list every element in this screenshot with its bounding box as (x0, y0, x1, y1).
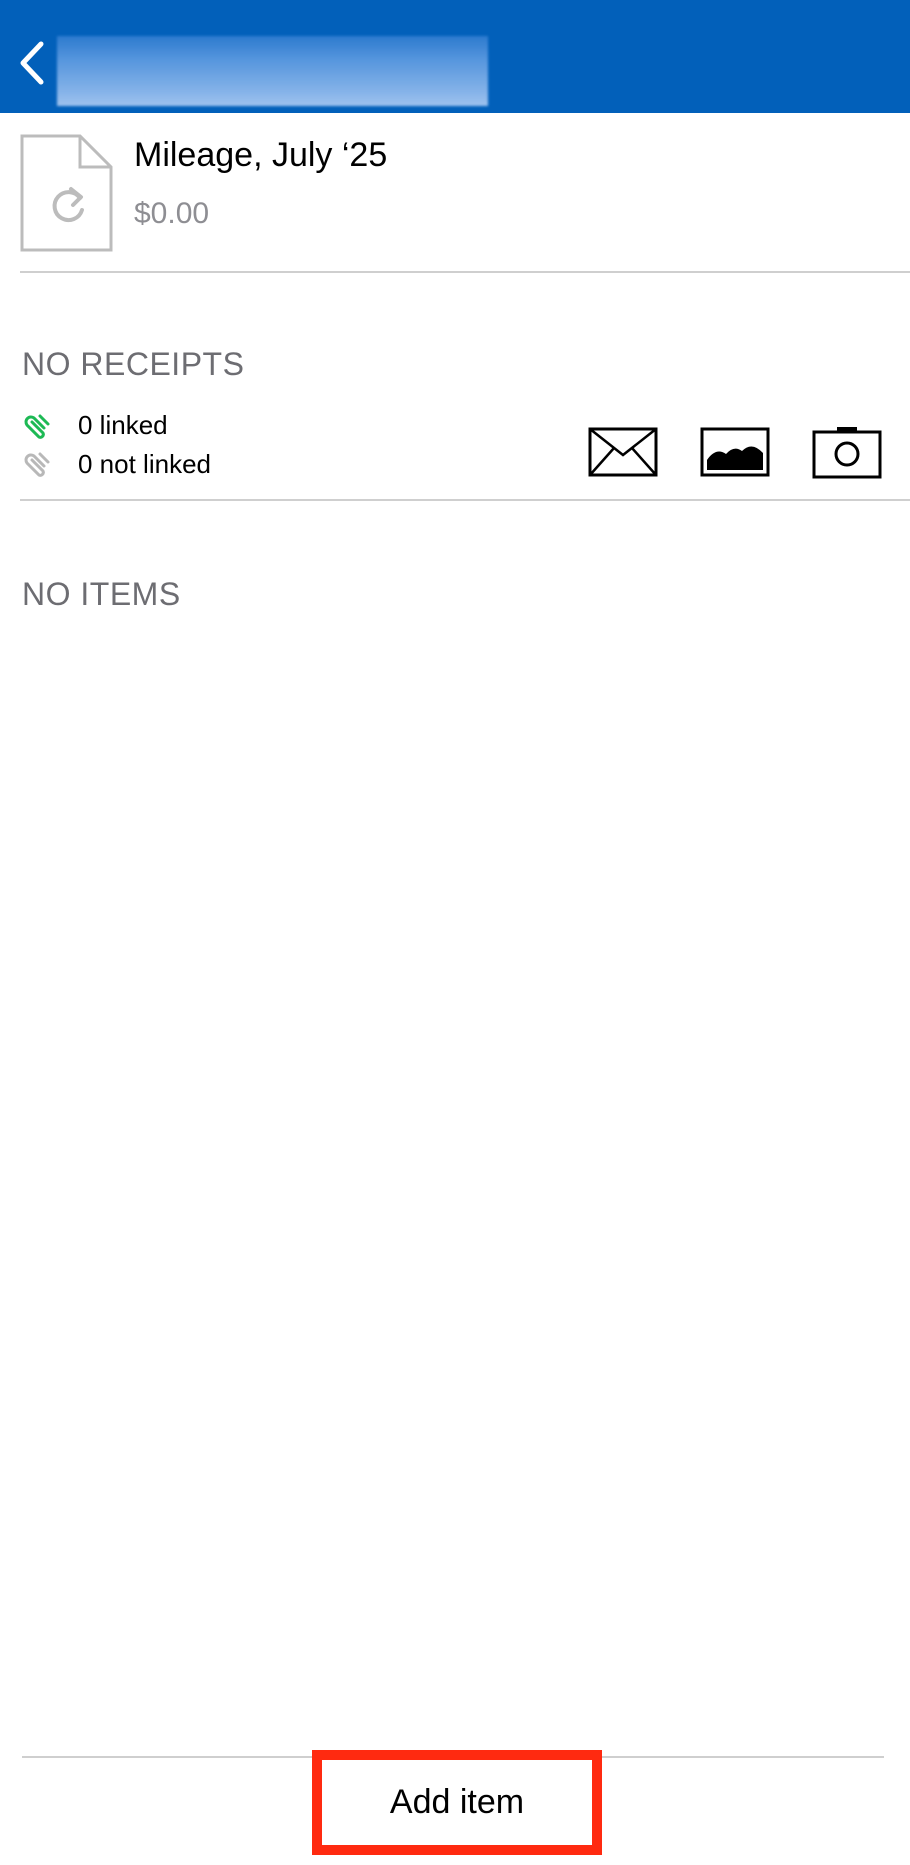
items-section-label: NO ITEMS (22, 576, 181, 612)
divider (20, 271, 910, 273)
header-title-redacted (57, 36, 488, 106)
divider (20, 499, 910, 501)
camera-button[interactable] (811, 424, 883, 480)
report-title: Mileage, July ‘25 (134, 136, 388, 174)
report-amount: $0.00 (134, 197, 210, 230)
app-header (0, 0, 910, 113)
add-item-button[interactable]: Add item (312, 1750, 602, 1855)
envelope-icon (588, 427, 658, 477)
chevron-left-icon (20, 41, 44, 85)
camera-icon (812, 427, 882, 479)
document-refresh-icon (20, 134, 113, 252)
email-receipt-button[interactable] (587, 424, 659, 480)
add-item-label: Add item (389, 1783, 525, 1821)
paperclip-not-linked-icon (22, 448, 54, 480)
photo-library-button[interactable] (699, 424, 771, 480)
receipts-section-label: NO RECEIPTS (22, 346, 245, 382)
not-linked-count: 0 not linked (78, 449, 211, 479)
linked-count: 0 linked (78, 410, 168, 440)
image-icon (700, 427, 770, 477)
back-button[interactable] (10, 36, 54, 90)
paperclip-linked-icon (22, 410, 54, 442)
